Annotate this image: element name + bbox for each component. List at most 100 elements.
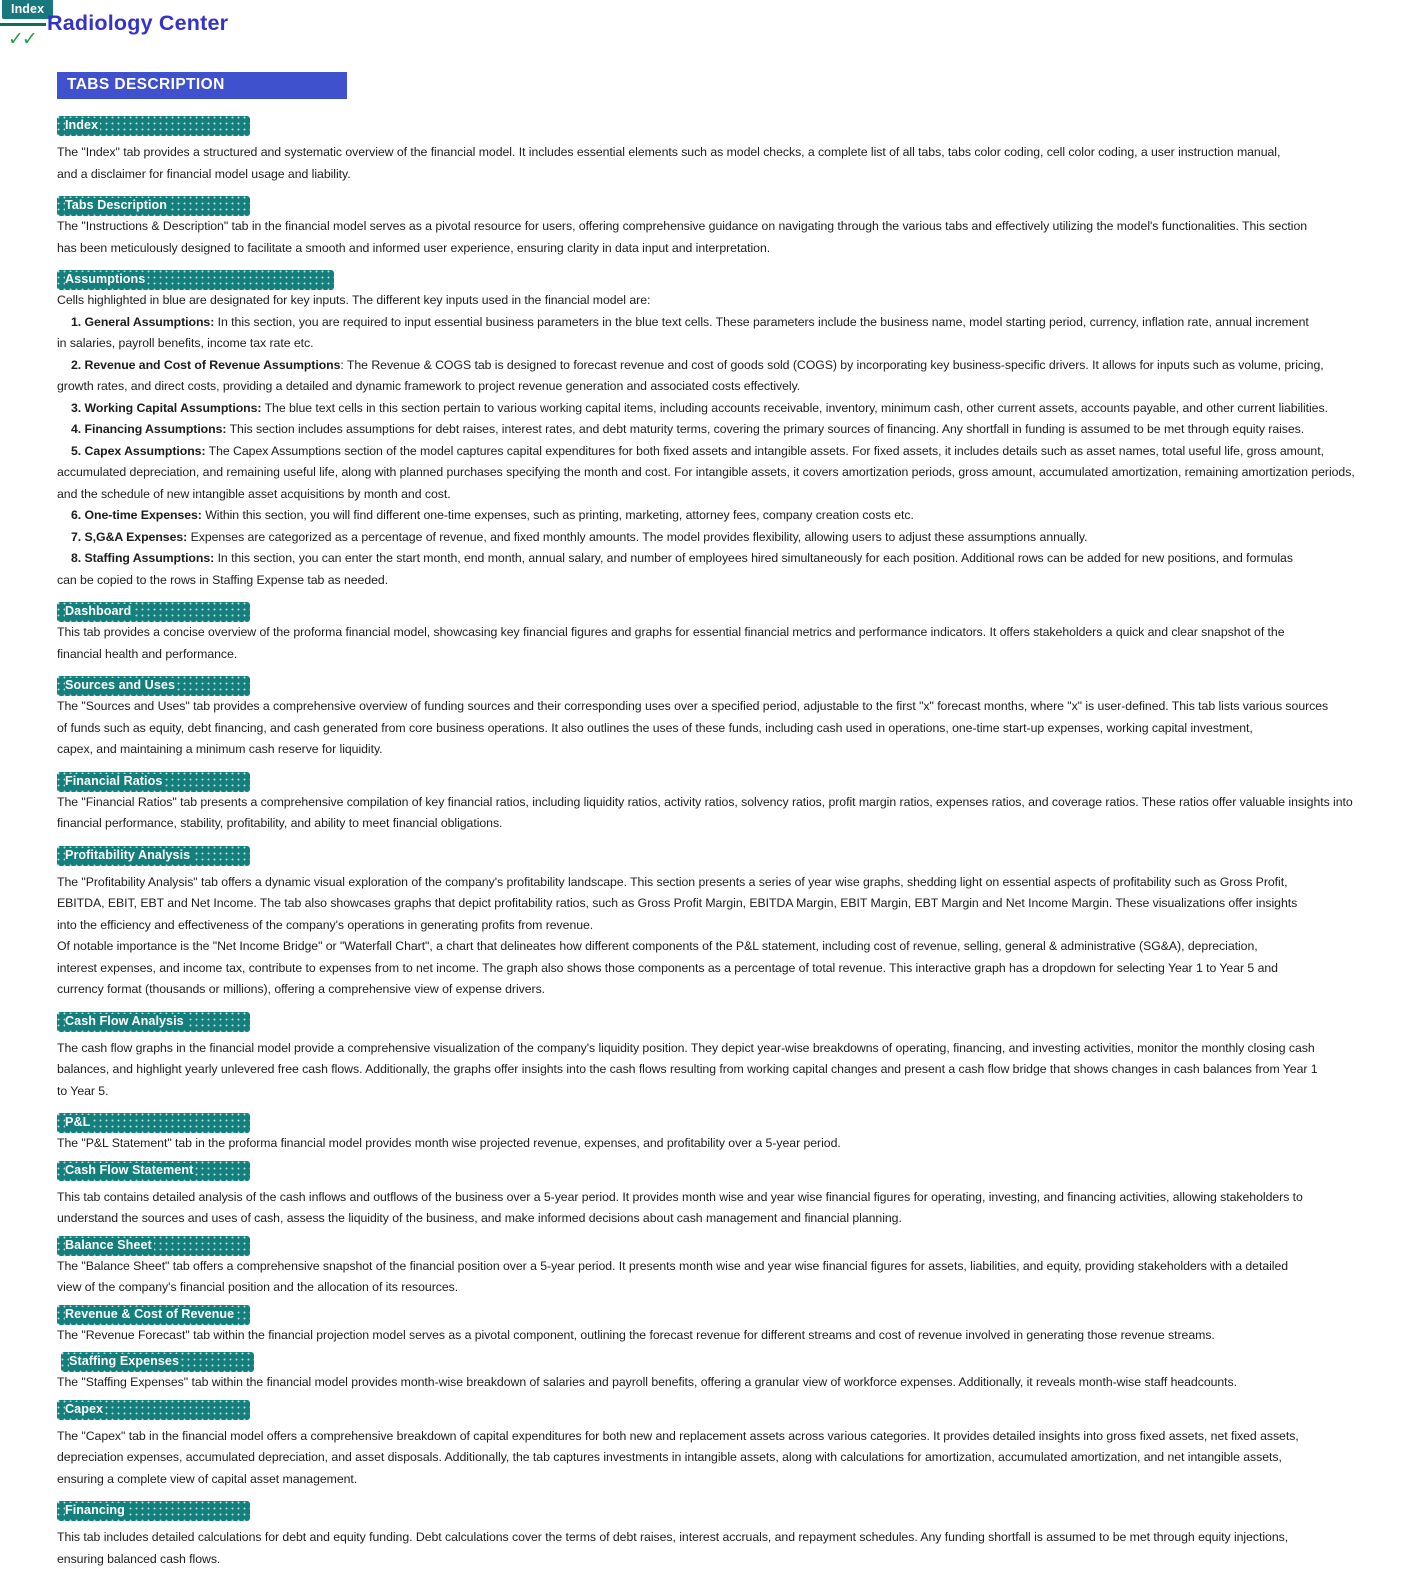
body-line: The "Sources and Uses" tab provides a co… — [57, 696, 1422, 718]
tabs-description-banner: TABS DESCRIPTION — [57, 72, 347, 99]
section-label-index-text: Index — [65, 118, 100, 133]
body-line: capex, and maintaining a minimum cash re… — [57, 739, 1422, 761]
assumption-item-number: 3. — [71, 401, 85, 415]
section-balance-sheet: Balance Sheet The "Balance Sheet" tab of… — [57, 1236, 1422, 1299]
section-label-profitability-analysis-text: Profitability Analysis — [65, 848, 192, 863]
assumption-item-list: 1. General Assumptions: In this section,… — [57, 312, 1422, 592]
assumption-item-text: Expenses are categorized as a percentage… — [187, 530, 1087, 544]
page-title: Radiology Center — [47, 11, 228, 36]
section-cash-flow-analysis: Cash Flow Analysis The cash flow graphs … — [57, 1012, 1422, 1103]
section-label-dashboard-text: Dashboard — [65, 604, 133, 619]
section-dashboard: Dashboard This tab provides a concise ov… — [57, 602, 1422, 665]
section-label-capex-text: Capex — [65, 1402, 105, 1417]
section-body-sources-and-uses: The "Sources and Uses" tab provides a co… — [57, 696, 1422, 761]
section-capex: Capex The "Capex" tab in the financial m… — [57, 1400, 1422, 1491]
body-line: The "Revenue Forecast" tab within the fi… — [57, 1325, 1422, 1347]
section-body-assumptions: Cells highlighted in blue are designated… — [57, 290, 1422, 591]
assumption-item-continuation: and the schedule of new intangible asset… — [57, 484, 1422, 506]
section-body-dashboard: This tab provides a concise overview of … — [57, 622, 1422, 665]
body-line: interest expenses, and income tax, contr… — [57, 958, 1422, 980]
body-line: to Year 5. — [57, 1081, 1422, 1103]
page-header: Index ✓✓ Radiology Center — [0, 0, 1422, 52]
assumption-item-continuation: growth rates, and direct costs, providin… — [57, 376, 1422, 398]
section-financial-ratios: Financial Ratios The "Financial Ratios" … — [57, 772, 1422, 835]
assumption-item: 1. General Assumptions: In this section,… — [57, 312, 1422, 334]
section-body-cash-flow-analysis: The cash flow graphs in the financial mo… — [57, 1038, 1422, 1103]
assumption-item-text: The Capex Assumptions section of the mod… — [205, 444, 1323, 458]
section-label-staffing-expenses: Staffing Expenses — [61, 1352, 254, 1372]
body-line: The "Financial Ratios" tab presents a co… — [57, 792, 1422, 814]
body-line: into the efficiency and effectiveness of… — [57, 915, 1422, 937]
section-index: Index The "Index" tab provides a structu… — [57, 116, 1422, 185]
section-pl: P&L The "P&L Statement" tab in the profo… — [57, 1113, 1422, 1155]
body-line: The "Instructions & Description" tab in … — [57, 216, 1422, 238]
assumption-item-title: One-time Expenses: — [85, 508, 202, 522]
body-line: This tab provides a concise overview of … — [57, 622, 1422, 644]
section-body-financial-ratios: The "Financial Ratios" tab presents a co… — [57, 792, 1422, 835]
section-cash-flow-statement: Cash Flow Statement This tab contains de… — [57, 1161, 1422, 1230]
section-label-financial-ratios-text: Financial Ratios — [65, 774, 164, 789]
section-assumptions: Assumptions Cells highlighted in blue ar… — [57, 270, 1422, 591]
body-line: The cash flow graphs in the financial mo… — [57, 1038, 1422, 1060]
section-label-revenue-cost-of-revenue: Revenue & Cost of Revenue — [57, 1305, 250, 1325]
section-label-revenue-cost-of-revenue-text: Revenue & Cost of Revenue — [65, 1307, 236, 1322]
assumption-item-number: 5. — [71, 444, 85, 458]
section-label-tabs-description: Tabs Description — [57, 196, 250, 216]
section-body-pl: The "P&L Statement" tab in the proforma … — [57, 1133, 1422, 1155]
sections-container: Index The "Index" tab provides a structu… — [0, 99, 1422, 1570]
body-line: ensuring a complete view of capital asse… — [57, 1469, 1422, 1491]
section-staffing-expenses: Staffing Expenses The "Staffing Expenses… — [57, 1352, 1422, 1394]
body-line: EBITDA, EBIT, EBT and Net Income. The ta… — [57, 893, 1422, 915]
section-label-staffing-expenses-text: Staffing Expenses — [69, 1354, 181, 1369]
section-body-staffing-expenses: The "Staffing Expenses" tab within the f… — [57, 1372, 1422, 1394]
section-body-capex: The "Capex" tab in the financial model o… — [57, 1426, 1422, 1491]
section-label-assumptions: Assumptions — [57, 270, 334, 290]
assumption-item-continuation: in salaries, payroll benefits, income ta… — [57, 333, 1422, 355]
section-label-cash-flow-analysis-text: Cash Flow Analysis — [65, 1014, 186, 1029]
section-label-profitability-analysis: Profitability Analysis — [57, 846, 250, 866]
section-label-financing: Financing — [57, 1501, 250, 1521]
body-line: The "P&L Statement" tab in the proforma … — [57, 1133, 1422, 1155]
assumption-item: 4. Financing Assumptions: This section i… — [57, 419, 1422, 441]
body-line: balances, and highlight yearly unlevered… — [57, 1059, 1422, 1081]
index-tab-button[interactable]: Index — [2, 0, 53, 19]
assumption-item-text: In this section, you can enter the start… — [214, 551, 1293, 565]
section-label-balance-sheet: Balance Sheet — [57, 1236, 250, 1256]
assumption-item-text: Within this section, you will find diffe… — [202, 508, 914, 522]
section-label-cash-flow-statement-text: Cash Flow Statement — [65, 1163, 195, 1178]
assumption-item-title: Staffing Assumptions: — [85, 551, 215, 565]
body-line: has been meticulously designed to facili… — [57, 238, 1422, 260]
section-body-cash-flow-statement: This tab contains detailed analysis of t… — [57, 1187, 1422, 1230]
body-line: The "Capex" tab in the financial model o… — [57, 1426, 1422, 1448]
assumption-item-continuation: accumulated depreciation, and remaining … — [57, 462, 1422, 484]
section-sources-and-uses: Sources and Uses The "Sources and Uses" … — [57, 676, 1422, 761]
section-label-sources-and-uses-text: Sources and Uses — [65, 678, 177, 693]
assumption-item-text: In this section, you are required to inp… — [214, 315, 1308, 329]
section-label-assumptions-text: Assumptions — [65, 272, 147, 287]
section-profitability-analysis: Profitability Analysis The "Profitabilit… — [57, 846, 1422, 1001]
assumption-item-title: Financing Assumptions: — [85, 422, 227, 436]
body-line: Of notable importance is the "Net Income… — [57, 936, 1422, 958]
assumption-item-continuation: can be copied to the rows in Staffing Ex… — [57, 570, 1422, 592]
body-line: understand the sources and uses of cash,… — [57, 1208, 1422, 1230]
section-body-profitability-analysis: The "Profitability Analysis" tab offers … — [57, 872, 1422, 1001]
model-check-marks: ✓✓ — [8, 30, 36, 49]
body-line: financial health and performance. — [57, 644, 1422, 666]
body-line: The "Index" tab provides a structured an… — [57, 142, 1422, 164]
section-label-index: Index — [57, 116, 250, 136]
assumption-item: 3. Working Capital Assumptions: The blue… — [57, 398, 1422, 420]
section-body-balance-sheet: The "Balance Sheet" tab offers a compreh… — [57, 1256, 1422, 1299]
section-label-pl-text: P&L — [65, 1115, 92, 1130]
body-line: Cells highlighted in blue are designated… — [57, 290, 1422, 312]
assumption-item: 2. Revenue and Cost of Revenue Assumptio… — [57, 355, 1422, 377]
assumption-item-number: 8. — [71, 551, 85, 565]
section-label-pl: P&L — [57, 1113, 250, 1133]
assumption-item-title: Revenue and Cost of Revenue Assumptions — [85, 358, 341, 372]
assumption-item-title: Working Capital Assumptions: — [85, 401, 262, 415]
section-tabs-description: Tabs Description The "Instructions & Des… — [57, 196, 1422, 259]
body-line: financial performance, stability, profit… — [57, 813, 1422, 835]
section-label-financial-ratios: Financial Ratios — [57, 772, 250, 792]
section-body-index: The "Index" tab provides a structured an… — [57, 142, 1422, 185]
body-line: depreciation expenses, accumulated depre… — [57, 1447, 1422, 1469]
assumption-item: 6. One-time Expenses: Within this sectio… — [57, 505, 1422, 527]
